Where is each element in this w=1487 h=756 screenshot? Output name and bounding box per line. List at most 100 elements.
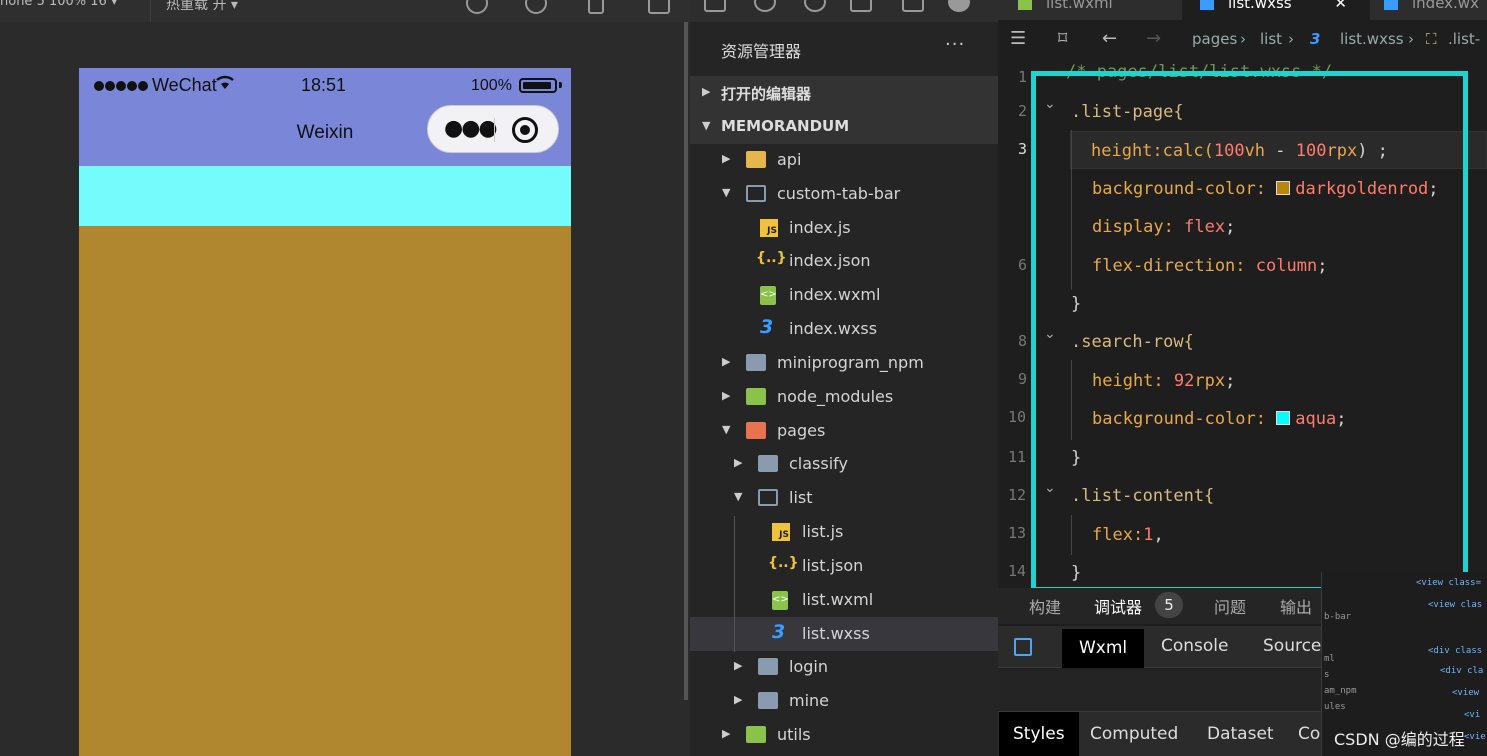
breadcrumb-item[interactable]: list [1260,30,1282,48]
tree-item-index-wxml[interactable]: <> index.wxml [690,278,998,312]
tree-item-label: login [789,657,828,676]
tab-dataset[interactable]: Dataset [1207,724,1274,744]
navigation-bar: Weixin ●●● [79,102,571,166]
hot-reload-toggle[interactable]: 热重载 开 ▾ [166,0,238,14]
tree-item-label: list.json [802,556,864,575]
menu-capsule[interactable]: ●●● [427,105,559,153]
tree-item-login[interactable]: ▶ login [690,650,998,684]
tab-sources[interactable]: Source [1263,636,1321,656]
chevron-right-icon: ▶ [722,389,731,402]
json-file-icon: {..} [768,555,799,571]
close-icon[interactable]: ✕ [1334,0,1347,12]
simulator-panel: none 5 100% 16 ▾ 热重载 开 ▾ WeChat 18:51 10… [0,0,690,756]
section-label: 打开的编辑器 [721,85,812,103]
tree-item-index-json[interactable]: {..} index.json [690,244,998,278]
wxml-node[interactable]: <div class [1428,646,1482,656]
tree-item-label: miniprogram_npm [777,353,924,372]
side-text: b-bar [1324,612,1352,622]
tree-item-list-js[interactable]: JS list.js [690,515,998,549]
tab-computed[interactable]: Computed [1090,724,1178,744]
stop-icon[interactable] [525,0,547,14]
window-icon[interactable] [648,0,670,14]
save-icon[interactable] [902,0,924,12]
branch-icon[interactable] [804,0,826,12]
tree-item-mine[interactable]: ▶ mine [690,684,998,718]
explorer-header: 资源管理器 ··· [690,32,998,68]
tree-indent-guide [734,516,735,652]
wxss-file-icon: 3 [760,316,774,338]
carrier-label: WeChat [152,75,217,95]
wxml-node[interactable]: <view clas [1428,600,1482,610]
wxml-node[interactable]: <view class= [1416,578,1481,588]
avatar-icon[interactable] [948,0,970,12]
tree-item-label: classify [789,454,848,473]
wxml-file-icon: <> [772,591,789,610]
tab-index-wxss[interactable]: index.wx [1372,0,1487,14]
tree-item-index-wxss[interactable]: 3 index.wxss [690,312,998,346]
wxml-file-icon [1018,0,1032,10]
simulator-scrollbar[interactable] [684,22,688,700]
back-arrow-icon[interactable]: ← [1102,28,1117,49]
symbol-icon: ⛶ [1426,30,1437,48]
breadcrumb-item[interactable]: list.wxss [1340,30,1404,48]
tree-item-label: index.wxml [789,285,881,304]
copy-icon[interactable] [704,0,726,12]
tree-item-list-json[interactable]: {..} list.json [690,549,998,583]
tree-item-pages[interactable]: ▼ pages [690,414,998,448]
line-number: 2 [1018,102,1028,120]
tree-item-classify[interactable]: ▶ classify [690,447,998,481]
tab-output[interactable]: 输出 [1280,594,1312,618]
tree-item-api[interactable]: ▶ api [690,143,998,177]
explorer-toolbar [690,0,998,22]
breadcrumb-item[interactable]: .list- [1448,30,1480,48]
tab-problems[interactable]: 问题 [1214,594,1246,618]
tree-item-custom-tab-bar[interactable]: ▼ custom-tab-bar [690,177,998,211]
chevron-down-icon: ▼ [722,423,731,436]
list-icon[interactable]: ☰ [1010,28,1026,49]
tab-console[interactable]: Console [1161,636,1229,656]
breadcrumb-item[interactable]: pages [1192,30,1237,48]
chevron-right-icon: ▶ [734,659,743,672]
phone-icon[interactable] [588,0,604,14]
close-target-icon[interactable] [512,117,538,143]
wxml-node[interactable]: <div cla [1440,666,1483,676]
line-number: 8 [1018,332,1028,350]
tree-item-index-js[interactable]: JS index.js [690,211,998,245]
grid-icon[interactable] [850,0,872,12]
tree-item-miniprogram-npm[interactable]: ▶ miniprogram_npm [690,346,998,380]
wxml-node[interactable]: <vie [1464,732,1486,742]
project-section[interactable]: ▼ MEMORANDUM [690,110,998,144]
search-icon[interactable] [754,0,776,12]
breadcrumb-separator: › [1288,30,1294,48]
search-row [79,166,571,226]
wxml-node[interactable]: <vi [1464,710,1480,720]
forward-arrow-icon[interactable]: → [1146,28,1161,49]
tab-styles[interactable]: Styles [999,712,1079,756]
tree-item-list[interactable]: ▼ list [690,481,998,515]
inspect-element-icon[interactable] [1014,638,1032,656]
bookmark-icon[interactable]: ⌑ [1058,28,1067,49]
chevron-right-icon: ▶ [722,727,731,740]
tab-wxml[interactable]: Wxml [1062,629,1145,668]
wxml-node[interactable]: <view [1452,688,1479,698]
simulator-toolbar: none 5 100% 16 ▾ 热重载 开 ▾ [0,0,690,22]
tab-component[interactable]: Co [1298,724,1320,744]
wxml-file-icon: <> [760,286,777,305]
tab-label: list.wxss [1228,0,1292,12]
more-dots-icon[interactable]: ●●● [444,116,498,141]
device-selector[interactable]: none 5 100% 16 ▾ [0,0,117,9]
folder-icon [746,151,766,168]
annotation-highlight-box [1031,71,1468,592]
tree-item-node-modules[interactable]: ▶ node_modules [690,380,998,414]
tab-debugger[interactable]: 调试器 [1094,594,1142,618]
tab-list-wxml[interactable]: list.wxml [998,0,1180,14]
open-editors-section[interactable]: ▶ 打开的编辑器 [690,76,998,110]
status-bar: WeChat 18:51 100% [79,68,571,102]
tree-item-list-wxss[interactable]: 3 list.wxss [690,617,998,651]
tab-build[interactable]: 构建 [1029,594,1061,618]
refresh-icon[interactable] [466,0,488,14]
more-icon[interactable]: ··· [945,34,965,55]
tab-list-wxss[interactable]: list.wxss ✕ [1182,0,1370,20]
tree-item-list-wxml[interactable]: <> list.wxml [690,583,998,617]
tree-item-utils[interactable]: ▶ utils [690,718,998,752]
